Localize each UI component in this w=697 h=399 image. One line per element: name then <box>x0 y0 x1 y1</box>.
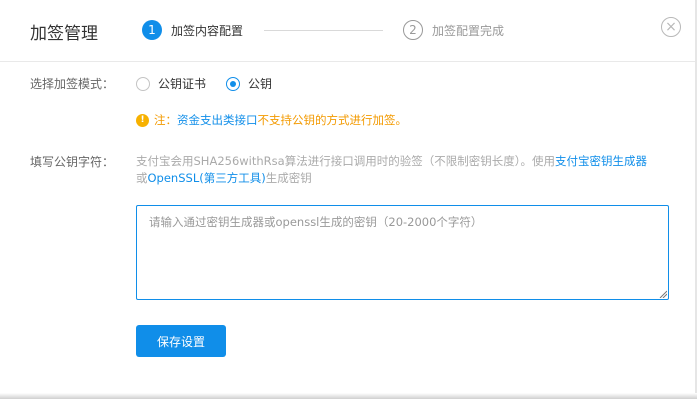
dialog-shadow <box>0 393 697 399</box>
step-connector-line <box>264 30 383 31</box>
desc-text: 支付宝会用SHA256withRsa算法进行接口调用时的验签（不限制密钥长度）。… <box>136 154 555 168</box>
sign-management-dialog: 加签管理 1 加签内容配置 2 加签配置完成 × 选择加签模式： 公钥证书 公钥… <box>0 0 697 399</box>
desc-text: 或 <box>136 171 148 185</box>
save-settings-button[interactable]: 保存设置 <box>136 325 226 357</box>
public-key-description: 支付宝会用SHA256withRsa算法进行接口调用时的验签（不限制密钥长度）。… <box>136 153 676 187</box>
desc-text: 生成密钥 <box>265 171 312 185</box>
close-icon[interactable]: × <box>661 17 681 37</box>
radio-checked-icon[interactable] <box>226 76 240 91</box>
notice-text: 不支持公钥的方式进行加签。 <box>257 113 408 127</box>
radio-public-key-certificate[interactable]: 公钥证书 <box>136 75 206 92</box>
notice-link-fund-interface[interactable]: 资金支出类接口 <box>177 112 258 128</box>
step-1-label: 加签内容配置 <box>171 23 244 38</box>
notice-prefix: 注： <box>154 113 177 127</box>
step-2-number: 2 <box>403 20 423 40</box>
warning-icon: ! <box>136 113 149 127</box>
dialog-header: 加签管理 1 加签内容配置 2 加签配置完成 × <box>0 0 697 62</box>
step-1-number: 1 <box>142 20 162 40</box>
notice-message: ! 注： 资金支出类接口 不支持公钥的方式进行加签。 <box>136 112 407 128</box>
openssl-link[interactable]: OpenSSL(第三方工具) <box>148 171 266 185</box>
public-key-textarea[interactable] <box>136 205 669 300</box>
radio-unchecked-icon[interactable] <box>136 76 150 91</box>
sign-mode-label: 选择加签模式： <box>30 77 115 91</box>
radio-label: 公钥证书 <box>158 77 207 91</box>
dialog-title: 加签管理 <box>30 24 98 44</box>
public-key-label: 填写公钥字符： <box>30 155 115 169</box>
radio-label: 公钥 <box>248 77 273 91</box>
key-generator-link[interactable]: 支付宝密钥生成器 <box>555 154 647 168</box>
step-2: 2 加签配置完成 <box>403 20 504 40</box>
step-2-label: 加签配置完成 <box>432 23 505 38</box>
step-1: 1 加签内容配置 <box>142 20 243 40</box>
radio-public-key[interactable]: 公钥 <box>226 75 272 92</box>
resize-grip-icon[interactable] <box>659 290 667 298</box>
